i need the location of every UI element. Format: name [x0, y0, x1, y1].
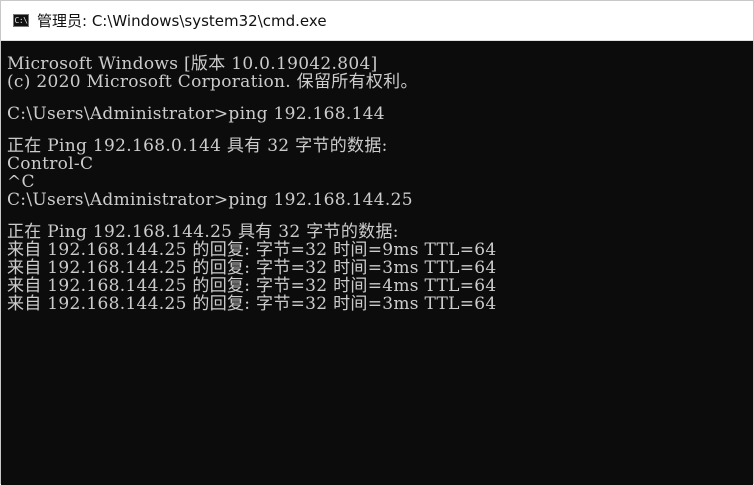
console-line-reply: 来自 192.168.144.25 的回复: 字节=32 时间=9ms TTL=… [7, 240, 497, 260]
console-line-output: ^C [7, 172, 35, 192]
console-line-output: Control-C [7, 154, 94, 174]
console-output[interactable]: Microsoft Windows [版本 10.0.19042.804] (c… [1, 41, 753, 485]
console-line-copyright: (c) 2020 Microsoft Corporation. 保留所有权利。 [7, 72, 418, 92]
cmd-icon[interactable]: C:\ [13, 14, 29, 27]
console-line-output: 正在 Ping 192.168.144.25 具有 32 字节的数据: [7, 222, 399, 242]
console-line-banner: Microsoft Windows [版本 10.0.19042.804] [7, 54, 378, 74]
console-line-reply: 来自 192.168.144.25 的回复: 字节=32 时间=4ms TTL=… [7, 276, 497, 296]
window-title: 管理员: C:\Windows\system32\cmd.exe [37, 12, 327, 30]
console-line-command: C:\Users\Administrator>ping 192.168.144.… [7, 190, 413, 210]
console-line-output: 正在 Ping 192.168.0.144 具有 32 字节的数据: [7, 136, 388, 156]
title-bar[interactable]: C:\ 管理员: C:\Windows\system32\cmd.exe [1, 1, 753, 41]
console-line-reply: 来自 192.168.144.25 的回复: 字节=32 时间=3ms TTL=… [7, 258, 497, 278]
console-line-reply: 来自 192.168.144.25 的回复: 字节=32 时间=3ms TTL=… [7, 294, 497, 314]
cmd-window: C:\ 管理员: C:\Windows\system32\cmd.exe Mic… [0, 0, 754, 485]
console-line-command: C:\Users\Administrator>ping 192.168.144 [7, 104, 385, 124]
cmd-icon-glyph: C:\ [14, 15, 28, 25]
